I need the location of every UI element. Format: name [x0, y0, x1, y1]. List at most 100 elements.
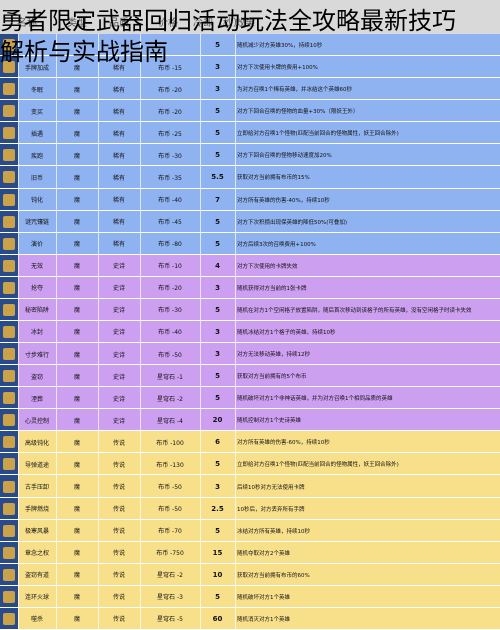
- cell-type: 魔: [73, 395, 80, 403]
- cell-type: 魔: [73, 594, 80, 602]
- cell-cooldown: 4: [215, 261, 220, 270]
- cell-cooldown: 7: [215, 195, 220, 204]
- cell-type: 魔: [73, 351, 80, 359]
- cell-name: [18, 34, 56, 56]
- table-row: 谜咒镶链 魔 稀有 布币 -45 5 对方下次积攒出现保英雄的降低50%(可叠加): [0, 210, 500, 233]
- cell-name: 古手压卸: [24, 484, 49, 491]
- cell-price: 布币 -25: [158, 130, 182, 138]
- weapon-icon: [0, 541, 18, 564]
- cell-price: 布币 -50: [158, 506, 182, 514]
- cell-rarity: 稀有: [112, 130, 125, 138]
- cell-type: 魔: [73, 307, 80, 315]
- cell-type: 魔: [73, 64, 80, 72]
- weapon-icon: [0, 563, 18, 586]
- cell-cooldown: 10: [212, 570, 223, 579]
- cell-price: 布币 -50: [158, 484, 182, 491]
- cell-cooldown: 60: [212, 614, 223, 623]
- cell-name: 心灵控制: [24, 417, 49, 425]
- weapon-icon: [0, 298, 18, 321]
- table-row: 高级钝化 魔 传说 布币 -100 6 对方所有英雄的伤害-60%，持续10秒: [0, 431, 500, 454]
- cell-type: 魔: [73, 241, 80, 249]
- cell-type: 魔: [73, 528, 80, 536]
- cell-cooldown: 5: [215, 107, 220, 116]
- cell-effect: 后续10秒对方无法使用卡牌: [237, 484, 305, 491]
- cell-type: 魔: [73, 108, 80, 116]
- cell-name: 连环火球: [24, 594, 49, 602]
- cell-effect: 随机冰结对方1个格子的英雄，持续10秒: [237, 329, 336, 336]
- weapon-icon: [0, 475, 18, 498]
- cell-cooldown: 5: [215, 239, 220, 248]
- cell-cooldown: 3: [215, 63, 220, 72]
- cell-rarity: 传说: [112, 550, 125, 558]
- cell-cooldown: 20: [212, 416, 223, 425]
- cell-effect: 对方所有英雄的伤害-60%，持续10秒: [237, 440, 330, 447]
- cell-type: 魔: [73, 417, 80, 425]
- cell-cooldown: 15: [212, 548, 223, 557]
- cell-type: 魔: [73, 86, 80, 94]
- cell-rarity: 史诗: [112, 263, 125, 271]
- cell-type: 魔: [73, 439, 80, 447]
- weapon-icon: [0, 122, 18, 145]
- cell-rarity: 传说: [112, 484, 125, 491]
- cell-price: 布币 -40: [158, 197, 182, 205]
- cell-type: 魔: [73, 197, 80, 205]
- table-row: 章念之权 魔 传说 布币 -750 15 随机夺取对方2个英雄: [0, 541, 500, 564]
- cell-name: 章念之权: [24, 550, 49, 558]
- cell-rarity: 传说: [112, 594, 125, 602]
- cell-rarity: 史诗: [112, 307, 125, 315]
- column-divider: [98, 34, 99, 630]
- weapon-icon: [0, 100, 18, 123]
- cell-cooldown: 5: [215, 394, 220, 403]
- weapon-icon: [0, 607, 18, 630]
- cell-type: 魔: [73, 263, 80, 271]
- cell-type: 魔: [73, 130, 80, 138]
- cell-rarity: 史诗: [112, 285, 125, 293]
- cell-effect: 获取对方当前拥有布币的15%: [237, 175, 310, 182]
- cell-price: 星穹石 -2: [157, 572, 183, 580]
- cell-effect: 获取对方当前拥有布币的60%: [237, 572, 310, 579]
- cell-effect: 立即给对方召唤1个怪物(匹配当前回合的怪物属性，妖王回合除外): [237, 462, 399, 469]
- cell-price: 星穹石 -1: [157, 373, 183, 381]
- cell-price: 布币 -70: [158, 528, 182, 536]
- cell-name: 高级钝化: [24, 439, 49, 447]
- cell-type: 魔: [73, 484, 80, 491]
- cell-price: 布币 -50: [158, 351, 182, 359]
- cell-name: 湮葬: [30, 395, 43, 403]
- table-row: 湮葬 魔 史诗 星穹石 -2 5 随机破坏对方1个非神话英雄，并为对方召唤1个相同品质的英…: [0, 387, 500, 410]
- weapon-icon: [0, 320, 18, 344]
- cell-price: 布币 -80: [158, 241, 182, 249]
- cell-effect: 随机控制对方1个史诗英雄: [237, 418, 302, 425]
- table-row: 钝化 魔 稀有 布币 -40 7 对方所有英雄的伤害-40%，持续10秒: [0, 188, 500, 211]
- cell-name: 盗窃: [30, 373, 43, 381]
- weapon-icon: [0, 387, 18, 410]
- cell-effect: 随机破坏对方1个英雄: [237, 594, 290, 601]
- table-row: 旧币 魔 稀有 布币 -35 5.5 获取对方当前拥有布币的15%: [0, 166, 500, 189]
- cell-price: 星穹石 -5: [157, 616, 183, 624]
- cell-rarity: 稀有: [112, 64, 125, 72]
- cell-price: 布币 -750: [156, 550, 184, 558]
- cell-price: 布币 -45: [158, 219, 182, 227]
- cell-rarity: 史诗: [112, 329, 125, 337]
- weapon-icon: [0, 585, 18, 608]
- table-row: 手牌燃烧 魔 传说 布币 -50 2.5 10秒后，对方丢弃所有手牌: [0, 497, 500, 520]
- cell-type: 魔: [73, 285, 80, 293]
- weapon-icon: [0, 210, 18, 233]
- cell-price: 布币 -30: [158, 152, 182, 160]
- cell-name: 抢夺: [30, 285, 43, 293]
- table-row: 盗窃有道 魔 传说 星穹石 -2 10 获取对方当前拥有布币的60%: [0, 563, 500, 586]
- cell-effect: 为对方召唤1个稀有英雄，并冰结这个英雄60秒: [237, 87, 352, 94]
- cell-rarity: 稀有: [112, 197, 125, 205]
- cell-cooldown: 3: [215, 283, 220, 292]
- weapon-icon: [0, 232, 18, 255]
- cell-rarity: 稀有: [112, 174, 125, 182]
- column-divider: [235, 34, 236, 630]
- cell-cooldown: 3: [215, 85, 220, 94]
- cell-rarity: 史诗: [112, 417, 125, 425]
- cell-price: 星穹石 -3: [157, 594, 183, 602]
- cell-price: 星穹石 -4: [157, 417, 183, 425]
- table-row: 冰封 魔 史诗 布币 -40 3 随机冰结对方1个格子的英雄，持续10秒: [0, 320, 500, 344]
- cell-effect: 对方下回合召唤的怪物的血量+30%（限妖王外）: [237, 109, 359, 116]
- table-row: 盗窃 魔 史诗 星穹石 -1 5 获取对方当前拥有的5个布币: [0, 365, 500, 388]
- cell-effect: 随机获得对方当前的1张卡牌: [237, 285, 307, 292]
- cell-name: 导弹道途: [24, 461, 49, 469]
